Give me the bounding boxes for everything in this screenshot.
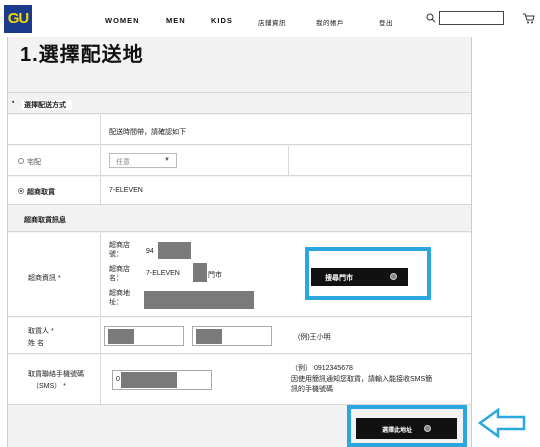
nav-logout[interactable]: 登出 <box>379 17 393 27</box>
delivery-time-select[interactable]: 任意 ▼ <box>109 153 177 168</box>
store-name-label: 超商店名： <box>109 266 130 282</box>
home-delivery-radio[interactable] <box>18 158 24 164</box>
delivery-method-heading: 選擇配送方式 <box>22 100 72 110</box>
redacted-phone <box>121 372 177 388</box>
redacted-store-code <box>158 242 191 259</box>
search-icon[interactable] <box>426 13 436 23</box>
nav-store-info[interactable]: 店鋪資訊 <box>258 17 286 27</box>
store-pickup-value: 7-ELEVEN <box>109 187 143 194</box>
page-margin <box>472 37 540 447</box>
store-address-label: 超商地址： <box>109 290 130 306</box>
redacted-store-address <box>144 291 254 309</box>
phone-label: 取貨聯絡手機號碼 <box>28 371 84 378</box>
store-name-suffix: 門市 <box>208 272 222 279</box>
phone-sms-label: （SMS） * <box>32 383 66 390</box>
phone-hint-line2: 訊的手機號碼 <box>291 386 333 393</box>
store-code-label: 超商店號： <box>109 242 130 258</box>
delivery-method-header: ▪ 選擇配送方式 <box>8 92 471 114</box>
search-input[interactable] <box>439 11 504 25</box>
home-delivery-label: 宅配 <box>27 159 41 166</box>
top-navigation-bar: GU WOMEN MEN KIDS 店鋪資訊 我的帳戶 登出 <box>0 0 540 38</box>
nav-men[interactable]: MEN <box>166 16 186 25</box>
page-title: 1.選擇配送地 <box>20 44 144 66</box>
pickup-info-heading: 超商取貨訊息 <box>24 217 66 224</box>
select-address-button[interactable]: 選擇此地址 <box>356 418 457 439</box>
phone-hint-example: （例） 0912345678 <box>291 365 353 372</box>
redacted-last-name <box>108 329 134 344</box>
store-info-label: 超商資訊 * <box>28 275 61 282</box>
store-pickup-row: 超商取貨 7-ELEVEN <box>8 177 471 205</box>
arrow-left-icon <box>478 407 526 439</box>
cart-icon[interactable] <box>523 13 535 24</box>
redacted-store-name <box>193 263 207 282</box>
store-pickup-label: 超商取貨 <box>27 189 55 196</box>
store-code-value: 94 <box>146 248 154 255</box>
home-delivery-row: 宅配 任意 ▼ <box>8 146 471 176</box>
gu-logo[interactable]: GU <box>4 5 32 33</box>
recipient-hint: (例)王小明 <box>298 334 331 341</box>
store-name-value: 7-ELEVEN <box>146 270 180 277</box>
nav-kids[interactable]: KIDS <box>211 16 233 25</box>
pickup-info-header: 超商取貨訊息 <box>8 206 471 232</box>
nav-women[interactable]: WOMEN <box>105 16 140 25</box>
redacted-first-name <box>196 329 222 344</box>
search-store-highlight <box>305 247 431 300</box>
store-pickup-radio[interactable] <box>18 188 24 194</box>
nav-my-account[interactable]: 我的帳戶 <box>316 17 344 27</box>
chevron-down-icon: ▼ <box>164 157 170 163</box>
recipient-label: 取貨人 * <box>28 328 54 335</box>
phone-row: 取貨聯絡手機號碼 （SMS） * 0 （例） 0912345678 因使用簡訊通… <box>8 355 471 405</box>
recipient-name-label: 姓 名 <box>28 340 44 347</box>
phone-input-value: 0 <box>116 376 120 383</box>
phone-hint-line1: 因使用簡訊通知您取貨，請輸入能接收SMS簡 <box>291 376 433 383</box>
delivery-note: 配送時間帶，請確認如下 <box>109 129 186 136</box>
recipient-row: 取貨人 * 姓 名 (例)王小明 <box>8 318 471 354</box>
arrow-circle-icon <box>424 425 431 432</box>
delivery-note-row: 配送時間帶，請確認如下 <box>8 115 471 145</box>
